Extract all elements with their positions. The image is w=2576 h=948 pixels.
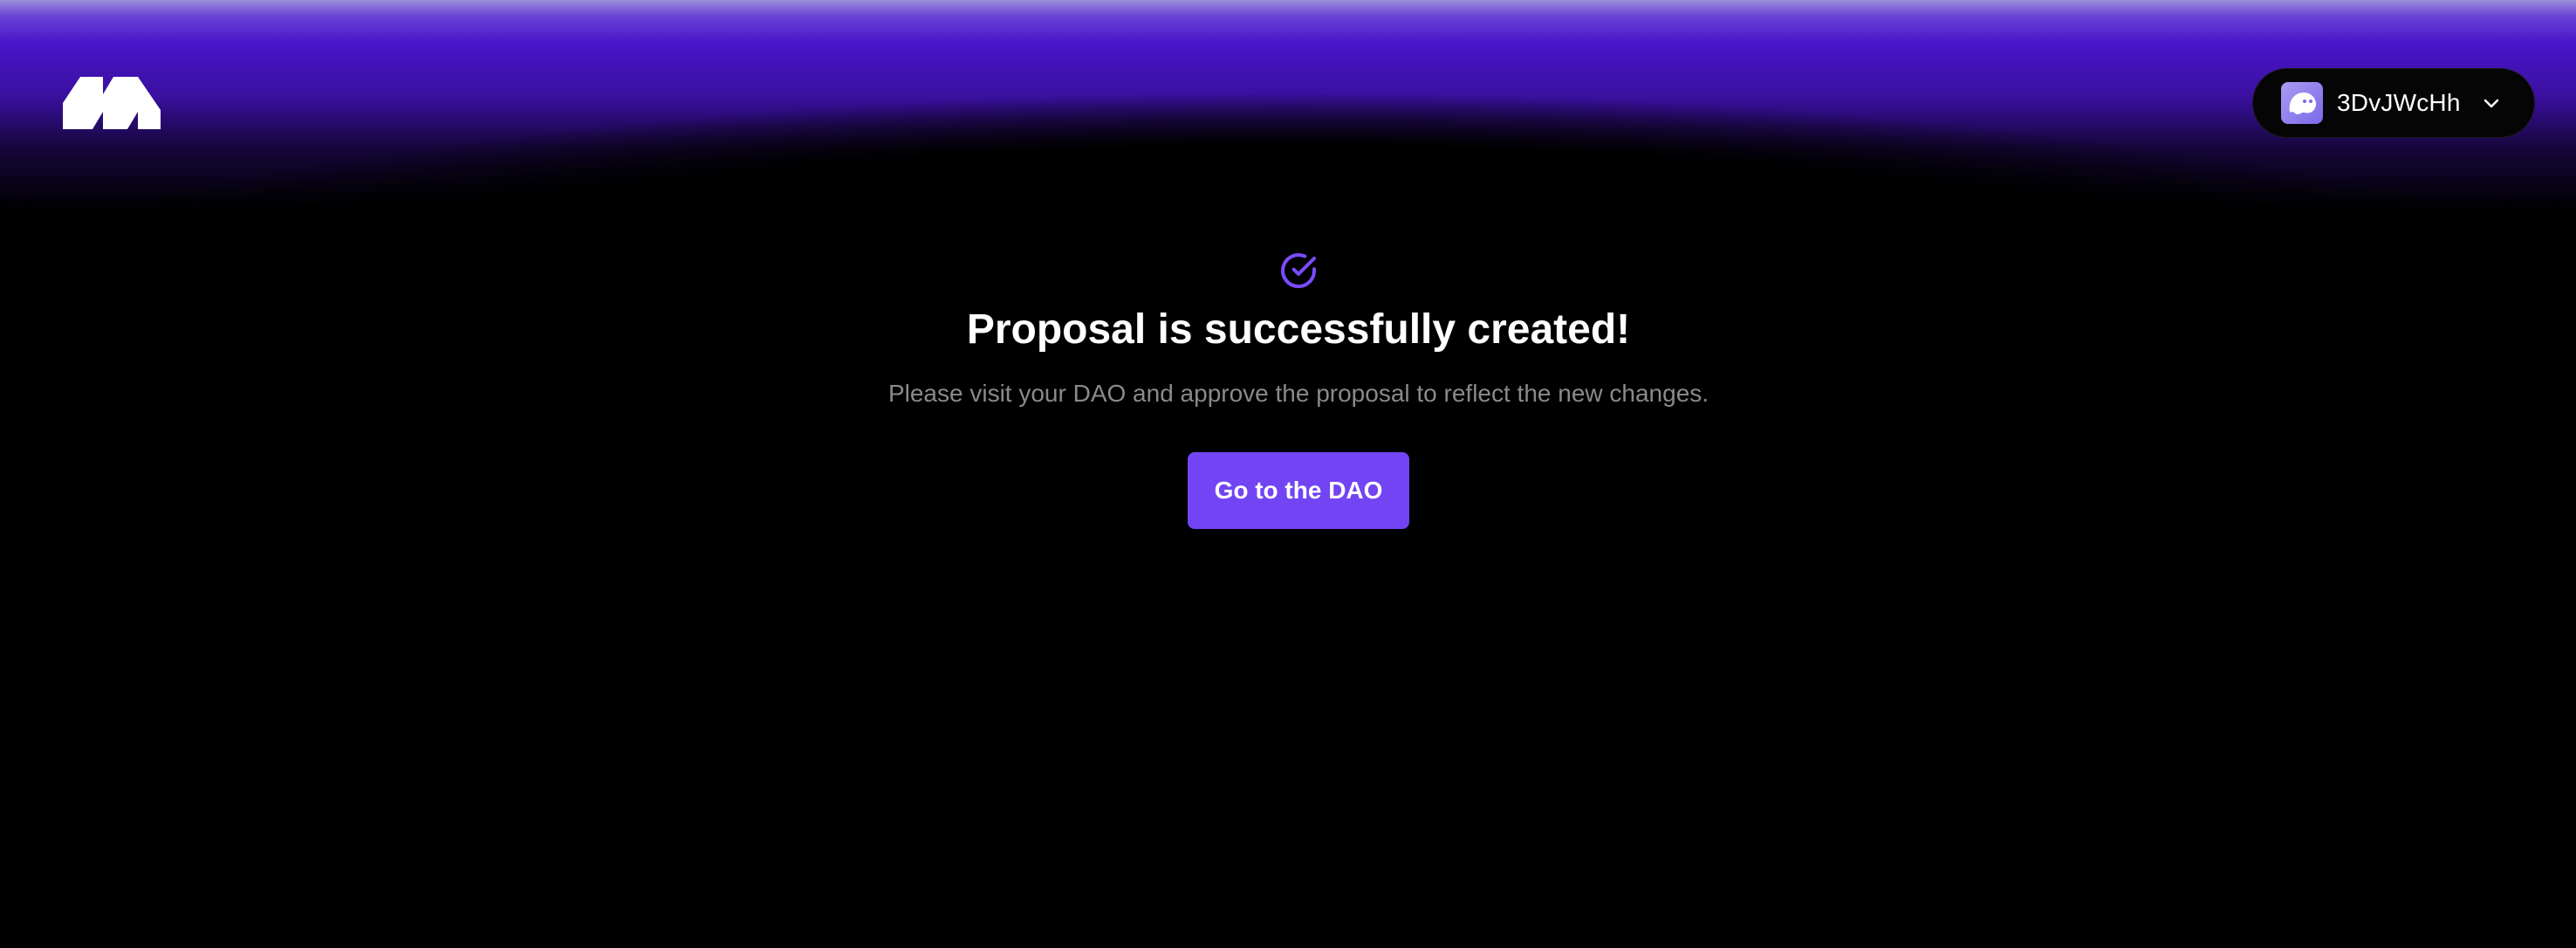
- page-title: Proposal is successfully created!: [966, 306, 1631, 353]
- chevron-down-icon: [2480, 92, 2503, 114]
- page-subtitle: Please visit your DAO and approve the pr…: [887, 380, 1709, 407]
- wallet-button[interactable]: 3DvJWcHh: [2252, 68, 2535, 138]
- success-page: 3DvJWcHh Proposal is successfully create…: [0, 0, 2576, 948]
- ghost-avatar-icon: [2281, 82, 2323, 124]
- check-circle-icon: [1281, 253, 1317, 289]
- wallet-address: 3DvJWcHh: [2337, 89, 2461, 116]
- brand-logo-icon[interactable]: [63, 77, 161, 129]
- go-to-dao-button[interactable]: Go to the DAO: [1188, 452, 1409, 529]
